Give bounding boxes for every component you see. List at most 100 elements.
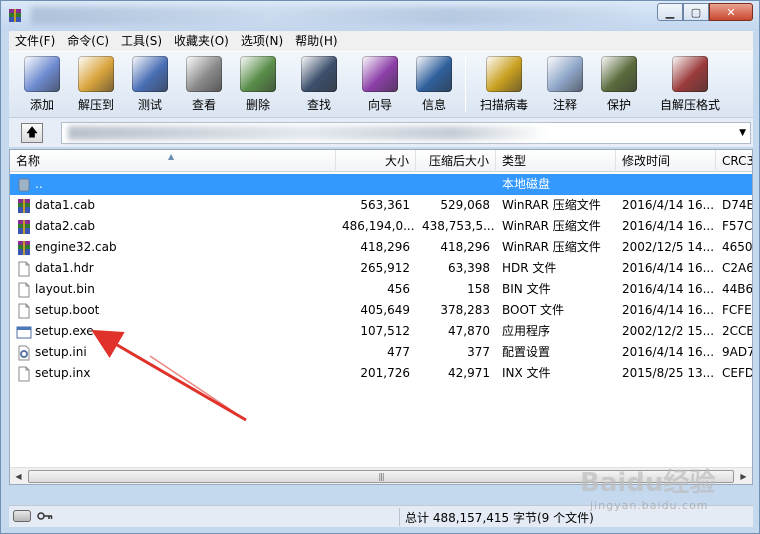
toolbar-label: 信息 xyxy=(421,98,446,112)
file-name: setup.boot xyxy=(35,303,100,317)
key-icon[interactable] xyxy=(37,510,53,522)
column-modified[interactable]: 修改时间 xyxy=(616,150,716,172)
cell-packed: 158 xyxy=(467,282,490,296)
toolbar-label: 解压到 xyxy=(77,98,114,112)
table-row[interactable]: .. 本地磁盘 xyxy=(10,174,752,195)
winrar-app-icon xyxy=(9,9,21,22)
title-bar: ▁ ▢ ✕ xyxy=(1,1,759,31)
cell-crc: CEFD xyxy=(722,366,753,380)
file-icon xyxy=(16,366,32,382)
cell-modified: 2016/4/14 16... xyxy=(622,303,715,317)
toolbar-button-view[interactable]: 查看 xyxy=(177,52,231,116)
cell-crc: 2CCB xyxy=(722,324,753,338)
cell-modified: 2015/8/25 13... xyxy=(622,366,715,380)
virus-scan-icon xyxy=(486,56,522,92)
cell-type: 应用程序 xyxy=(502,324,551,338)
table-row[interactable]: engine32.cab 418,296 418,296 WinRAR 压缩文件 200… xyxy=(10,237,752,258)
cell-crc: F57C xyxy=(722,219,753,233)
column-crc32[interactable]: CRC32 xyxy=(716,150,752,172)
toolbar-button-sfx[interactable]: 自解压格式 xyxy=(646,52,734,116)
wizard-icon xyxy=(362,56,398,92)
maximize-button[interactable]: ▢ xyxy=(683,3,709,21)
file-name: .. xyxy=(35,177,43,191)
cell-modified: 2002/12/2 15... xyxy=(622,324,715,338)
table-row[interactable]: setup.exe 107,512 47,870 应用程序 2002/12/2 15..… xyxy=(10,321,753,342)
menu-favorites[interactable]: 收藏夹(O) xyxy=(168,31,235,51)
path-field[interactable]: ▼ xyxy=(61,122,751,144)
scroll-left-icon[interactable]: ◀ xyxy=(10,469,27,484)
cell-size: 456 xyxy=(387,282,410,296)
cell-size xyxy=(336,174,416,195)
toolbar-label: 查找 xyxy=(306,98,331,112)
toolbar-label: 向导 xyxy=(367,98,392,112)
table-row[interactable]: setup.boot 405,649 378,283 BOOT 文件 2016/4/14… xyxy=(10,300,752,321)
close-button[interactable]: ✕ xyxy=(709,3,753,21)
cell-name: data1.hdr xyxy=(10,258,336,279)
file-name: setup.inx xyxy=(35,366,91,380)
file-icon xyxy=(16,261,32,277)
cell-modified: 2016/4/14 16... xyxy=(622,282,715,296)
menu-options[interactable]: 选项(N) xyxy=(235,31,289,51)
exe-icon xyxy=(16,324,32,340)
column-packed-size[interactable]: 压缩后大小 xyxy=(416,150,496,172)
cell-name: data2.cab xyxy=(10,216,336,237)
cell-name: setup.ini xyxy=(10,342,336,363)
cell-modified: 2016/4/14 16... xyxy=(622,198,715,212)
cell-size: 486,194,0... xyxy=(342,219,415,233)
chevron-down-icon[interactable]: ▼ xyxy=(739,128,746,138)
drive-icon[interactable] xyxy=(13,510,31,522)
cell-packed xyxy=(416,174,496,195)
cell-name: setup.inx xyxy=(10,363,336,384)
table-row[interactable]: data1.cab 563,361 529,068 WinRAR 压缩文件 2016/4… xyxy=(10,195,752,216)
toolbar-button-extract-to[interactable]: 解压到 xyxy=(69,52,123,116)
cell-modified: 2002/12/5 14... xyxy=(622,240,715,254)
column-size[interactable]: 大小 xyxy=(336,150,416,172)
cell-size: 107,512 xyxy=(360,324,410,338)
up-arrow-icon: 🡅 xyxy=(25,124,39,139)
protect-icon xyxy=(601,56,637,92)
toolbar-button-protect[interactable]: 保护 xyxy=(592,52,646,116)
extract-to-icon xyxy=(78,56,114,92)
toolbar-button-comment[interactable]: 注释 xyxy=(538,52,592,116)
toolbar-label: 扫描病毒 xyxy=(479,98,528,112)
file-name: data2.cab xyxy=(35,219,96,233)
cell-type: INX 文件 xyxy=(502,366,551,380)
file-name: engine32.cab xyxy=(35,240,117,254)
cell-modified: 2016/4/14 16... xyxy=(622,261,715,275)
table-row[interactable]: setup.ini 477 377 配置设置 2016/4/14 16... 9AD7 xyxy=(10,342,752,363)
column-name-label: 名称 xyxy=(16,154,41,168)
menu-tools[interactable]: 工具(S) xyxy=(115,31,168,51)
cell-packed: 377 xyxy=(467,345,490,359)
cell-name: setup.exe xyxy=(10,321,336,342)
cell-packed: 438,753,5... xyxy=(422,219,495,233)
toolbar-button-test[interactable]: 测试 xyxy=(123,52,177,116)
minimize-button[interactable]: ▁ xyxy=(657,3,683,21)
cell-crc: C2A6 xyxy=(722,261,753,275)
toolbar-button-delete[interactable]: 删除 xyxy=(231,52,285,116)
toolbar-button-add[interactable]: 添加 xyxy=(15,52,69,116)
table-row[interactable]: data1.hdr 265,912 63,398 HDR 文件 2016/4/14 16… xyxy=(10,258,753,279)
rar-archive-icon xyxy=(16,240,32,256)
cell-crc: FCFE xyxy=(722,303,752,317)
menu-commands[interactable]: 命令(C) xyxy=(61,31,115,51)
toolbar-button-find[interactable]: 查找 xyxy=(285,52,353,116)
file-name: layout.bin xyxy=(35,282,95,296)
rar-archive-icon xyxy=(16,198,32,214)
watermark: Baidu经验 jingyan.baidu.com xyxy=(580,462,715,512)
cell-crc: 44B6 xyxy=(722,282,753,296)
menu-help[interactable]: 帮助(H) xyxy=(289,31,343,51)
toolbar-button-info[interactable]: 信息 xyxy=(407,52,461,116)
up-folder-button[interactable]: 🡅 xyxy=(21,123,43,143)
file-name: setup.ini xyxy=(35,345,87,359)
table-row[interactable]: layout.bin 456 158 BIN 文件 2016/4/14 16... 44B… xyxy=(10,279,753,300)
scroll-right-icon[interactable]: ▶ xyxy=(735,469,752,484)
toolbar-button-virus-scan[interactable]: 扫描病毒 xyxy=(470,52,538,116)
menu-file[interactable]: 文件(F) xyxy=(9,31,61,51)
table-row[interactable]: data2.cab 486,194,0... 438,753,5... WinRAR … xyxy=(10,216,753,237)
column-name[interactable]: 名称 ▲ xyxy=(10,150,336,172)
file-list: 名称 ▲ 大小 压缩后大小 类型 修改时间 CRC32 .. 本地磁盘 data1.… xyxy=(9,149,753,485)
toolbar-label: 查看 xyxy=(191,98,216,112)
table-row[interactable]: setup.inx 201,726 42,971 INX 文件 2015/8/25 13… xyxy=(10,363,753,384)
column-type[interactable]: 类型 xyxy=(496,150,616,172)
toolbar-button-wizard[interactable]: 向导 xyxy=(353,52,407,116)
